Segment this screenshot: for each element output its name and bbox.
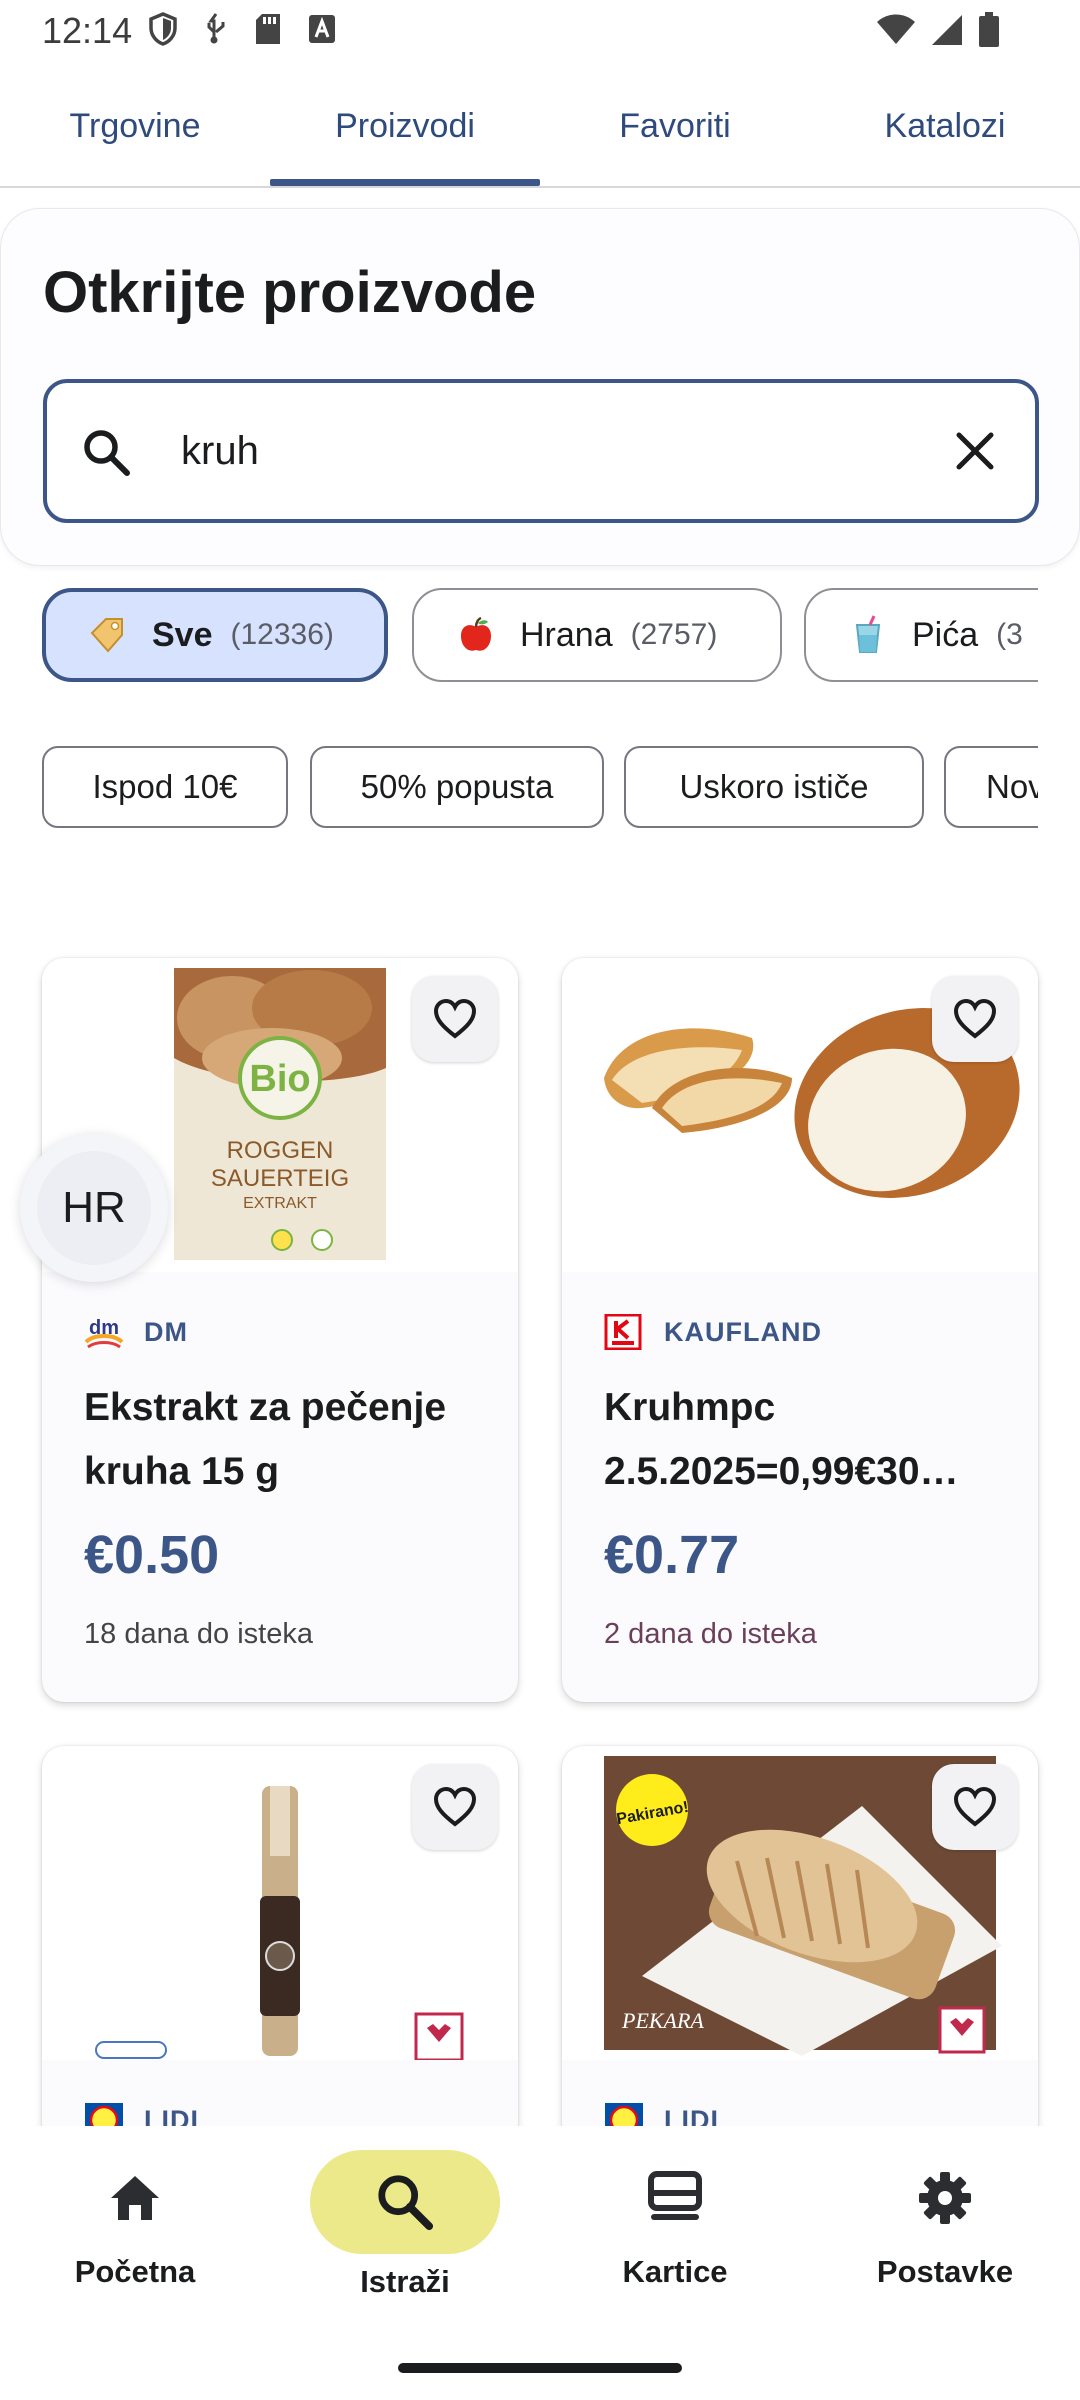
svg-text:ROGGEN: ROGGEN [227,1137,334,1164]
dm-logo-icon: dm [84,1317,124,1349]
filter-chip-under-10[interactable]: Ispod 10€ [42,746,288,828]
status-bar: 12:14 [0,0,1080,64]
search-icon [84,430,130,476]
search-icon [375,2172,435,2232]
page-title: Otkrijte proizvode [43,260,537,325]
filter-chip-expiring-soon[interactable]: Uskoro ističe [624,746,924,828]
shield-icon [149,12,177,46]
nav-label: Početna [74,2254,196,2289]
bottom-navigation: Početna Istraži Kartice Postavke [0,2126,1080,2400]
product-name-line: Ekstrakt za pečenje [84,1386,447,1429]
svg-text:dm: dm [89,1317,119,1339]
category-chip-count: (3 [996,618,1023,651]
favorite-button[interactable] [932,976,1018,1062]
svg-text:SAUERTEIG: SAUERTEIG [211,1165,349,1192]
product-card[interactable]: Bio ROGGEN SAUERTEIG EXTRAKT dm DM Ekstr… [42,958,518,1702]
sd-card-icon [256,14,280,44]
nav-item-istrazi[interactable]: Istraži [270,2126,540,2306]
category-chip-count: (12336) [230,618,334,651]
tab-indicator [270,179,540,186]
product-name-line: Kruhmpc [604,1386,776,1429]
wifi-icon [877,14,915,44]
nav-label: Postavke [876,2254,1014,2289]
usb-icon [207,13,225,44]
filter-chip-50-off[interactable]: 50% popusta [310,746,604,828]
filter-chips: Ispod 10€ 50% popusta Uskoro ističe Nov [42,746,1038,830]
category-chip-sve[interactable]: Sve (12336) [42,588,388,682]
store-row: KAUFLAND [604,1312,822,1352]
apple-icon [456,615,496,655]
favorite-button[interactable] [932,1764,1018,1850]
heart-icon [433,998,477,1039]
tab-favoriti[interactable]: Favoriti [540,64,810,188]
category-chip-hrana[interactable]: Hrana (2757) [412,588,782,682]
kaufland-logo-icon [604,1314,642,1350]
category-chip-label: Pića [912,615,979,654]
filter-chip-new[interactable]: Nov [944,746,1038,828]
nav-label: Istraži [360,2264,450,2299]
nav-item-pocetna[interactable]: Početna [0,2126,270,2306]
product-price: €0.50 [84,1525,220,1585]
gear-icon [915,2168,975,2228]
category-chips: Sve (12336) Hrana (2757) Pića (3 [42,588,1038,684]
tab-trgovine[interactable]: Trgovine [0,64,270,188]
cup-icon [848,615,888,655]
store-name: KAUFLAND [664,1316,822,1347]
language-code: HR [37,1151,151,1265]
search-box[interactable] [43,379,1039,523]
svg-text:EXTRAKT: EXTRAKT [243,1195,317,1212]
close-icon[interactable] [953,429,997,473]
product-name: Ekstrakt za pečenje kruha 15 g [84,1376,484,1504]
tab-katalozi[interactable]: Katalozi [810,64,1080,188]
product-price: €0.77 [604,1525,740,1585]
header-card: Otkrijte proizvode [0,208,1080,566]
category-chip-pica[interactable]: Pića (3 [804,588,1038,682]
favorite-button[interactable] [412,1764,498,1850]
heart-icon [953,1786,997,1827]
search-input[interactable] [181,419,881,483]
heart-icon [433,1786,477,1827]
product-expiry: 2 dana do isteka [604,1618,817,1650]
product-expiry: 18 dana do isteka [84,1618,313,1650]
tag-icon [88,615,128,655]
store-row: dm DM [84,1312,188,1352]
top-tabs: Trgovine Proizvodi Favoriti Katalozi [0,64,1080,188]
font-icon [309,15,335,43]
product-name-line: 2.5.2025=0,99€30… [604,1450,959,1493]
signal-icon [932,15,962,45]
favorite-button[interactable] [412,976,498,1062]
nav-item-kartice[interactable]: Kartice [540,2126,810,2306]
category-chip-label: Hrana [520,615,613,654]
nav-item-postavke[interactable]: Postavke [810,2126,1080,2306]
nav-label: Kartice [622,2254,728,2289]
svg-text:Bio: Bio [249,1058,310,1100]
home-icon [105,2168,165,2228]
product-name-line: kruha 15 g [84,1450,280,1493]
product-card[interactable]: KAUFLAND Kruhmpc 2.5.2025=0,99€30… €0.77… [562,958,1038,1702]
product-name: Kruhmpc 2.5.2025=0,99€30… [604,1376,1004,1504]
app-screen: 12:14 Trgovine Proizvodi Favoriti Katalo… [0,0,1080,2400]
gesture-bar[interactable] [398,2363,682,2373]
language-button[interactable]: HR [20,1134,168,1282]
category-chip-count: (2757) [630,618,718,651]
status-time: 12:14 [42,10,133,51]
heart-icon [953,998,997,1039]
battery-icon [979,12,999,47]
svg-text:PEKARA: PEKARA [621,2008,704,2033]
cards-icon [645,2168,705,2228]
category-chip-label: Sve [152,615,213,654]
tab-proizvodi[interactable]: Proizvodi [270,64,540,188]
store-name: DM [144,1316,188,1347]
